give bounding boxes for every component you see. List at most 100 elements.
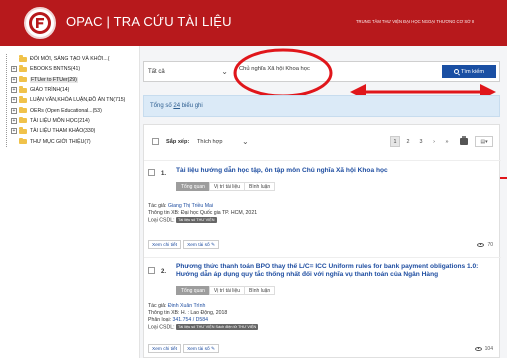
- tree-item-label: LUẬN VĂN,KHÓA LUẬN,ĐỒ ÁN TN(715): [30, 97, 126, 104]
- result-number: 1.: [161, 171, 167, 177]
- results-panel: Sắp xếp: Thích hợp ⌄ 1 2 3 › » ▤▾ 1. Tài…: [143, 124, 501, 358]
- search-input[interactable]: Chủ nghĩa Xã hội Khoa học: [239, 66, 310, 72]
- expand-icon[interactable]: +: [11, 66, 17, 73]
- view-count-value: 70: [487, 242, 493, 248]
- db-type-badge: Tài liệu số THƯ VIỆN: [175, 217, 217, 223]
- expand-icon[interactable]: +: [11, 117, 17, 124]
- results-toolbar: Sắp xếp: Thích hợp ⌄ 1 2 3 › » ▤▾: [144, 125, 501, 161]
- view-digital-button[interactable]: Xem tài số ✎: [183, 240, 220, 249]
- view-count: 104: [474, 346, 493, 352]
- folder-icon: [19, 137, 27, 145]
- divider: [236, 64, 237, 79]
- folder-icon: [19, 127, 27, 134]
- search-button[interactable]: Tìm kiếm: [442, 65, 496, 78]
- author-link[interactable]: Đinh Xuân Trình: [168, 303, 206, 309]
- collection-sidebar: ĐỔI MỚI, SÁNG TẠO VÀ KHỞI...( + EBOOKS BN…: [0, 46, 140, 358]
- result-count-prefix: Tổng số: [150, 103, 174, 109]
- db-type-badge: Tài liệu số THƯ VIỆN Sách điện tử THƯ VI…: [175, 324, 259, 330]
- tab-comments[interactable]: Bình luận: [244, 182, 276, 191]
- tab-location[interactable]: Vị trí tài liệu: [208, 286, 246, 295]
- tab-location[interactable]: Vị trí tài liệu: [208, 182, 246, 191]
- folder-icon: [19, 65, 27, 72]
- result-item: 2. Phương thức thanh toán BPO thay thế L…: [144, 259, 501, 358]
- view-count: 70: [477, 242, 493, 248]
- classification-link[interactable]: 341.754 / D584: [173, 317, 208, 323]
- search-button-label: Tìm kiếm: [461, 68, 484, 75]
- result-metadata: Tác giả: Giang Thị Triều Mai Thông tin X…: [148, 203, 257, 224]
- university-logo-icon[interactable]: [24, 7, 56, 39]
- tree-item-bibliography[interactable]: THƯ MỤC GIỚI THIỆU(7): [7, 136, 136, 146]
- db-type-label: Loại CSDL:: [148, 324, 176, 331]
- result-count-suffix: biểu ghi: [180, 103, 203, 109]
- tab-overview[interactable]: Tổng quan: [176, 182, 210, 191]
- organization-name: TRUNG TÂM THƯ VIỆN ĐẠI HỌC NGOẠI THƯƠNG …: [356, 19, 475, 24]
- result-title-link[interactable]: Tài liệu hướng dẫn học tập, ôn tập môn C…: [176, 167, 491, 175]
- tree-item-innovation[interactable]: ĐỔI MỚI, SÁNG TẠO VÀ KHỞI...(: [7, 54, 136, 64]
- folder-icon: [19, 75, 27, 83]
- expand-icon[interactable]: +: [11, 87, 17, 94]
- eye-icon: [474, 347, 482, 351]
- eye-icon: [477, 243, 485, 247]
- db-type-label: Loại CSDL:: [148, 217, 176, 224]
- search-field-value: Tất cả: [148, 68, 165, 75]
- chevron-down-icon: ⌄: [221, 67, 228, 76]
- tree-item-label: ĐỔI MỚI, SÁNG TẠO VÀ KHỞI...(: [30, 56, 110, 63]
- result-tabs: Tổng quan Vị trí tài liệu Bình luận: [176, 182, 276, 191]
- result-metadata: Tác giả: Đinh Xuân Trình Thông tin XB: H…: [148, 303, 259, 331]
- folder-icon: [19, 55, 27, 62]
- search-bar: Tất cả ⌄ Chủ nghĩa Xã hội Khoa học Tìm k…: [143, 61, 500, 82]
- header-bar: OPAC | TRA CỨU TÀI LIỆU TRUNG TÂM THƯ VI…: [0, 0, 507, 46]
- result-checkbox[interactable]: [148, 169, 155, 176]
- tree-item-course-materials[interactable]: + TÀI LIỆU MÔN HỌC(214): [7, 116, 136, 126]
- tab-comments[interactable]: Bình luận: [244, 286, 276, 295]
- select-all-checkbox[interactable]: [152, 138, 159, 145]
- tree-item-references[interactable]: + TÀI LIỆU THAM KHẢO(330): [7, 126, 136, 136]
- expand-icon[interactable]: +: [11, 97, 17, 104]
- result-actions: Xem chi tiết Xem tài số ✎: [148, 344, 220, 353]
- tree-item-label: FTUer to FTUer(29): [30, 76, 78, 83]
- tree-item-label: THƯ MỤC GIỚI THIỆU(7): [30, 138, 91, 145]
- publisher-info: Thông tin XB: Đại học Quốc gia TP. HCM, …: [148, 210, 258, 216]
- page-title: OPAC | TRA CỨU TÀI LIỆU: [66, 14, 232, 29]
- author-label: Tác giả:: [148, 303, 168, 309]
- result-checkbox[interactable]: [148, 267, 155, 274]
- tree-item-ftuer[interactable]: + FTUer to FTUer(29): [7, 75, 136, 85]
- tree-item-textbooks[interactable]: + GIÁO TRÌNH(14): [7, 85, 136, 95]
- view-detail-button[interactable]: Xem chi tiết: [148, 344, 182, 353]
- sort-select[interactable]: Thích hợp: [197, 139, 222, 145]
- view-count-value: 104: [484, 346, 493, 352]
- classification-label: Phân loại:: [148, 317, 173, 323]
- export-menu-button[interactable]: ▤▾: [475, 136, 493, 147]
- tree-item-label: TÀI LIỆU THAM KHẢO(330): [30, 128, 96, 135]
- tree-item-label: OERs (Open Educational...(53): [30, 107, 102, 114]
- expand-icon[interactable]: +: [11, 128, 17, 135]
- folder-icon: [19, 96, 27, 103]
- print-icon[interactable]: [460, 136, 468, 145]
- tree-item-label: TÀI LIỆU MÔN HỌC(214): [30, 117, 90, 124]
- tree-item-label: EBOOKS BNTNS(41): [30, 66, 81, 73]
- publisher-info: Thông tin XB: H. : Lao Động, 2018: [148, 310, 228, 316]
- last-page[interactable]: »: [442, 136, 452, 147]
- sort-label: Sắp xếp:: [166, 139, 190, 145]
- pagination: 1 2 3 › »: [390, 136, 452, 147]
- view-digital-button[interactable]: Xem tài số ✎: [183, 344, 220, 353]
- folder-icon: [19, 106, 27, 114]
- result-title-link[interactable]: Phương thức thanh toán BPO thay thế L/C=…: [176, 263, 491, 279]
- next-page[interactable]: ›: [429, 136, 439, 147]
- tab-overview[interactable]: Tổng quan: [176, 286, 210, 295]
- search-field-select[interactable]: Tất cả ⌄: [146, 64, 232, 79]
- expand-icon[interactable]: +: [11, 107, 17, 114]
- result-tabs: Tổng quan Vị trí tài liệu Bình luận: [176, 286, 276, 295]
- tree-item-theses[interactable]: + LUẬN VĂN,KHÓA LUẬN,ĐỒ ÁN TN(715): [7, 95, 136, 105]
- tree-item-label: GIÁO TRÌNH(14): [30, 87, 70, 94]
- page-3[interactable]: 3: [416, 136, 426, 147]
- view-detail-button[interactable]: Xem chi tiết: [148, 240, 182, 249]
- tree-item-ebooks[interactable]: + EBOOKS BNTNS(41): [7, 64, 136, 74]
- folder-icon: [19, 86, 27, 93]
- expand-icon[interactable]: +: [11, 76, 17, 83]
- author-link[interactable]: Giang Thị Triều Mai: [168, 203, 213, 209]
- result-number: 2.: [161, 269, 167, 275]
- tree-item-oers[interactable]: + OERs (Open Educational...(53): [7, 105, 136, 115]
- page-2[interactable]: 2: [403, 136, 413, 147]
- page-1[interactable]: 1: [390, 136, 400, 147]
